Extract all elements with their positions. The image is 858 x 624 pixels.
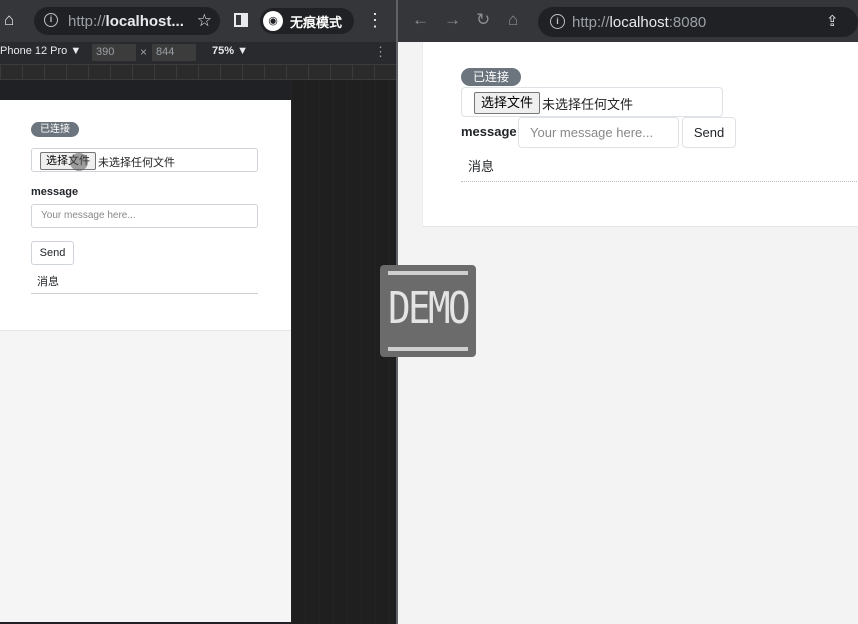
connection-status-badge: 已连接 — [31, 122, 79, 137]
left-browser-window: ⌂ i http://localhost... ☆ ◉ 无痕模式 ⋮ Phone… — [0, 0, 396, 624]
home-icon[interactable]: ⌂ — [508, 11, 518, 29]
browser-menu-icon[interactable]: ⋮ — [366, 11, 384, 29]
media-query-ruler — [0, 65, 396, 80]
site-info-icon[interactable]: i — [550, 14, 565, 29]
demo-watermark: DEMO — [380, 265, 476, 357]
file-status-text: 未选择任何文件 — [98, 157, 175, 169]
watermark-top-bar — [388, 271, 468, 275]
right-address-bar[interactable]: i http://localhost:8080 — [538, 7, 858, 37]
message-label: message — [461, 124, 517, 139]
messages-heading: 消息 — [37, 276, 59, 288]
message-input[interactable]: Your message here... — [31, 204, 258, 228]
send-button[interactable]: Send — [682, 117, 736, 148]
file-status-text: 未选择任何文件 — [542, 97, 634, 112]
back-icon[interactable]: ← — [412, 11, 429, 29]
device-select[interactable]: Phone 12 Pro ▼ — [0, 45, 81, 57]
home-icon[interactable]: ⌂ — [4, 11, 22, 29]
file-input[interactable]: 选择文件 未选择任何文件 — [461, 87, 723, 117]
file-input[interactable]: 选择文件 未选择任何文件 — [31, 148, 258, 172]
forward-icon[interactable]: → — [444, 11, 461, 29]
watermark-bottom-bar — [388, 347, 468, 351]
left-address-bar[interactable]: i http://localhost... ☆ — [34, 7, 220, 35]
incognito-label: 无痕模式 — [290, 15, 343, 30]
zoom-select[interactable]: 75% ▼ — [212, 45, 248, 57]
messages-heading: 消息 — [468, 159, 495, 174]
right-toolbar: ← → ↻ ⌂ i http://localhost:8080 ⇪ — [398, 0, 858, 42]
devtools-device-toolbar: Phone 12 Pro ▼ 390 × 844 75% ▼ ⋮ — [0, 42, 396, 65]
left-url: http://localhost... — [68, 13, 184, 30]
left-toolbar: ⌂ i http://localhost... ☆ ◉ 无痕模式 ⋮ — [0, 0, 396, 42]
dimension-separator: × — [140, 45, 148, 59]
choose-file-button[interactable]: 选择文件 — [474, 92, 541, 114]
send-button[interactable]: Send — [31, 241, 74, 265]
messages-divider — [461, 181, 858, 182]
message-label: message — [31, 186, 79, 198]
share-icon[interactable]: ⇪ — [826, 12, 839, 30]
chat-card: 已连接 选择文件 未选择任何文件 message Your message he… — [422, 42, 858, 227]
site-info-icon[interactable]: i — [44, 13, 58, 27]
touch-cursor — [70, 153, 88, 171]
chat-card: 已连接 选择文件 未选择任何文件 message Your message he… — [0, 100, 291, 331]
devtools-more-icon[interactable]: ⋮ — [374, 44, 387, 60]
watermark-text: DEMO — [388, 283, 470, 334]
device-width-input[interactable]: 390 — [92, 44, 136, 61]
side-panel-icon[interactable] — [234, 13, 248, 27]
device-height-input[interactable]: 844 — [152, 44, 196, 61]
bookmark-star-icon[interactable]: ☆ — [197, 11, 212, 31]
incognito-indicator[interactable]: ◉ 无痕模式 — [260, 8, 354, 34]
right-url: http://localhost:8080 — [572, 14, 707, 31]
connection-status-badge: 已连接 — [461, 68, 521, 86]
incognito-icon: ◉ — [263, 11, 283, 31]
message-input[interactable]: Your message here... — [518, 117, 679, 148]
emulated-viewport: 已连接 选择文件 未选择任何文件 message Your message he… — [0, 100, 291, 622]
reload-icon[interactable]: ↻ — [476, 11, 490, 29]
messages-divider — [31, 293, 258, 294]
